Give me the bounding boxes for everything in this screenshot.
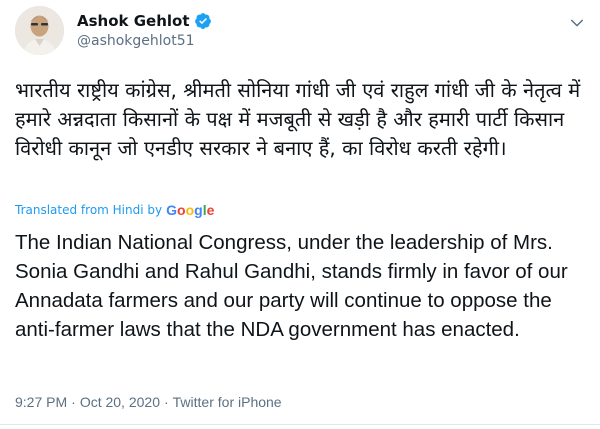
tweet-metadata: 9:27 PM · Oct 20, 2020 · Twitter for iPhone (15, 394, 282, 410)
name-row: Ashok Gehlot (77, 12, 212, 30)
translated-from-label[interactable]: Translated from Hindi by (15, 203, 162, 217)
tweet-source[interactable]: Twitter for iPhone (173, 394, 282, 410)
display-name[interactable]: Ashok Gehlot (77, 12, 190, 30)
verified-badge-icon (194, 12, 212, 30)
meta-separator: · (71, 394, 76, 410)
user-info: Ashok Gehlot @ashokgehlot51 (77, 12, 212, 50)
translation-attribution: Translated from Hindi by Google (15, 202, 214, 218)
profile-photo-icon (15, 6, 64, 55)
google-logo: Google (166, 202, 215, 218)
handle[interactable]: @ashokgehlot51 (77, 32, 212, 50)
avatar[interactable] (15, 6, 64, 55)
tweet-translated-text: The Indian National Congress, under the … (15, 231, 568, 341)
tweet-date[interactable]: Oct 20, 2020 (80, 394, 160, 410)
tweet-time[interactable]: 9:27 PM (15, 394, 67, 410)
divider (0, 424, 600, 425)
tweet-original-text: भारतीय राष्ट्रीय कांग्रेस, श्रीमती सोनिय… (15, 78, 581, 160)
meta-separator-2: · (163, 394, 169, 410)
tweet-card: Ashok Gehlot @ashokgehlot51 भारतीय राष्ट… (0, 0, 600, 429)
more-options-chevron-down-icon[interactable] (568, 14, 586, 32)
